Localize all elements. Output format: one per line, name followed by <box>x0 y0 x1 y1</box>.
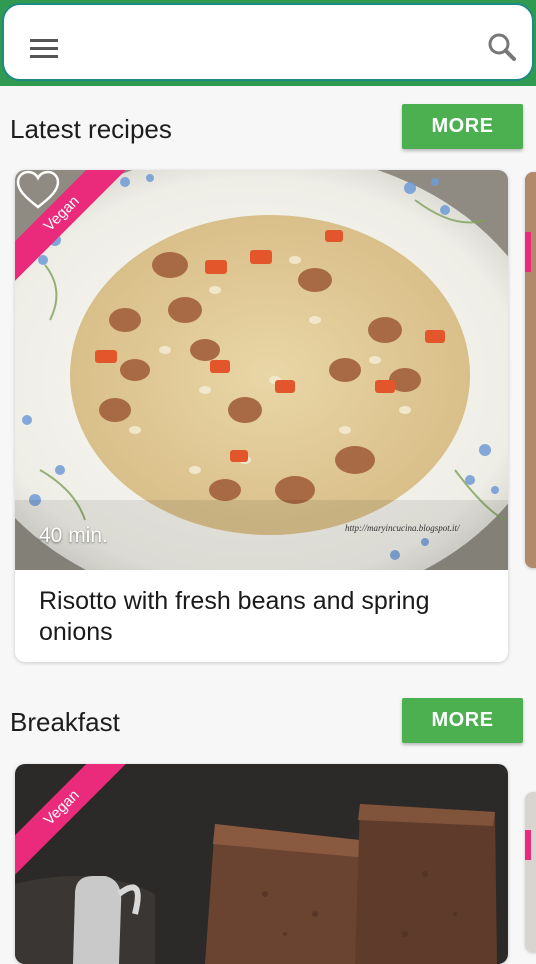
search-input[interactable] <box>74 23 458 65</box>
top-app-bar <box>0 0 536 86</box>
recipe-image: Vegan http://maryincucina.blogspot.it/ 4… <box>15 170 508 570</box>
section-title-breakfast: Breakfast <box>10 707 120 737</box>
search-bar <box>2 3 534 81</box>
recipe-title: Risotto with fresh beans and spring onio… <box>39 587 430 646</box>
search-icon[interactable] <box>486 31 518 63</box>
next-card-peek[interactable] <box>525 792 536 952</box>
hamburger-menu-icon[interactable] <box>28 36 60 60</box>
recipe-card[interactable]: Vegan http://maryincucina.blogspot.it/ 4… <box>15 170 508 662</box>
vegan-badge: Vegan <box>15 764 133 879</box>
cooking-time: 40 min. <box>39 524 108 547</box>
more-button-breakfast[interactable]: MORE <box>402 698 523 743</box>
vegan-ribbon: Vegan <box>15 764 155 904</box>
section-title-latest-recipes: Latest recipes <box>10 114 172 144</box>
more-button-latest-recipes[interactable]: MORE <box>402 104 523 149</box>
photo-watermark: http://maryincucina.blogspot.it/ <box>345 523 460 533</box>
heart-outline-icon[interactable] <box>15 170 61 210</box>
next-card-peek[interactable] <box>525 172 536 568</box>
recipe-image: Vegan <box>15 764 508 964</box>
recipe-card[interactable]: Vegan <box>15 764 508 964</box>
